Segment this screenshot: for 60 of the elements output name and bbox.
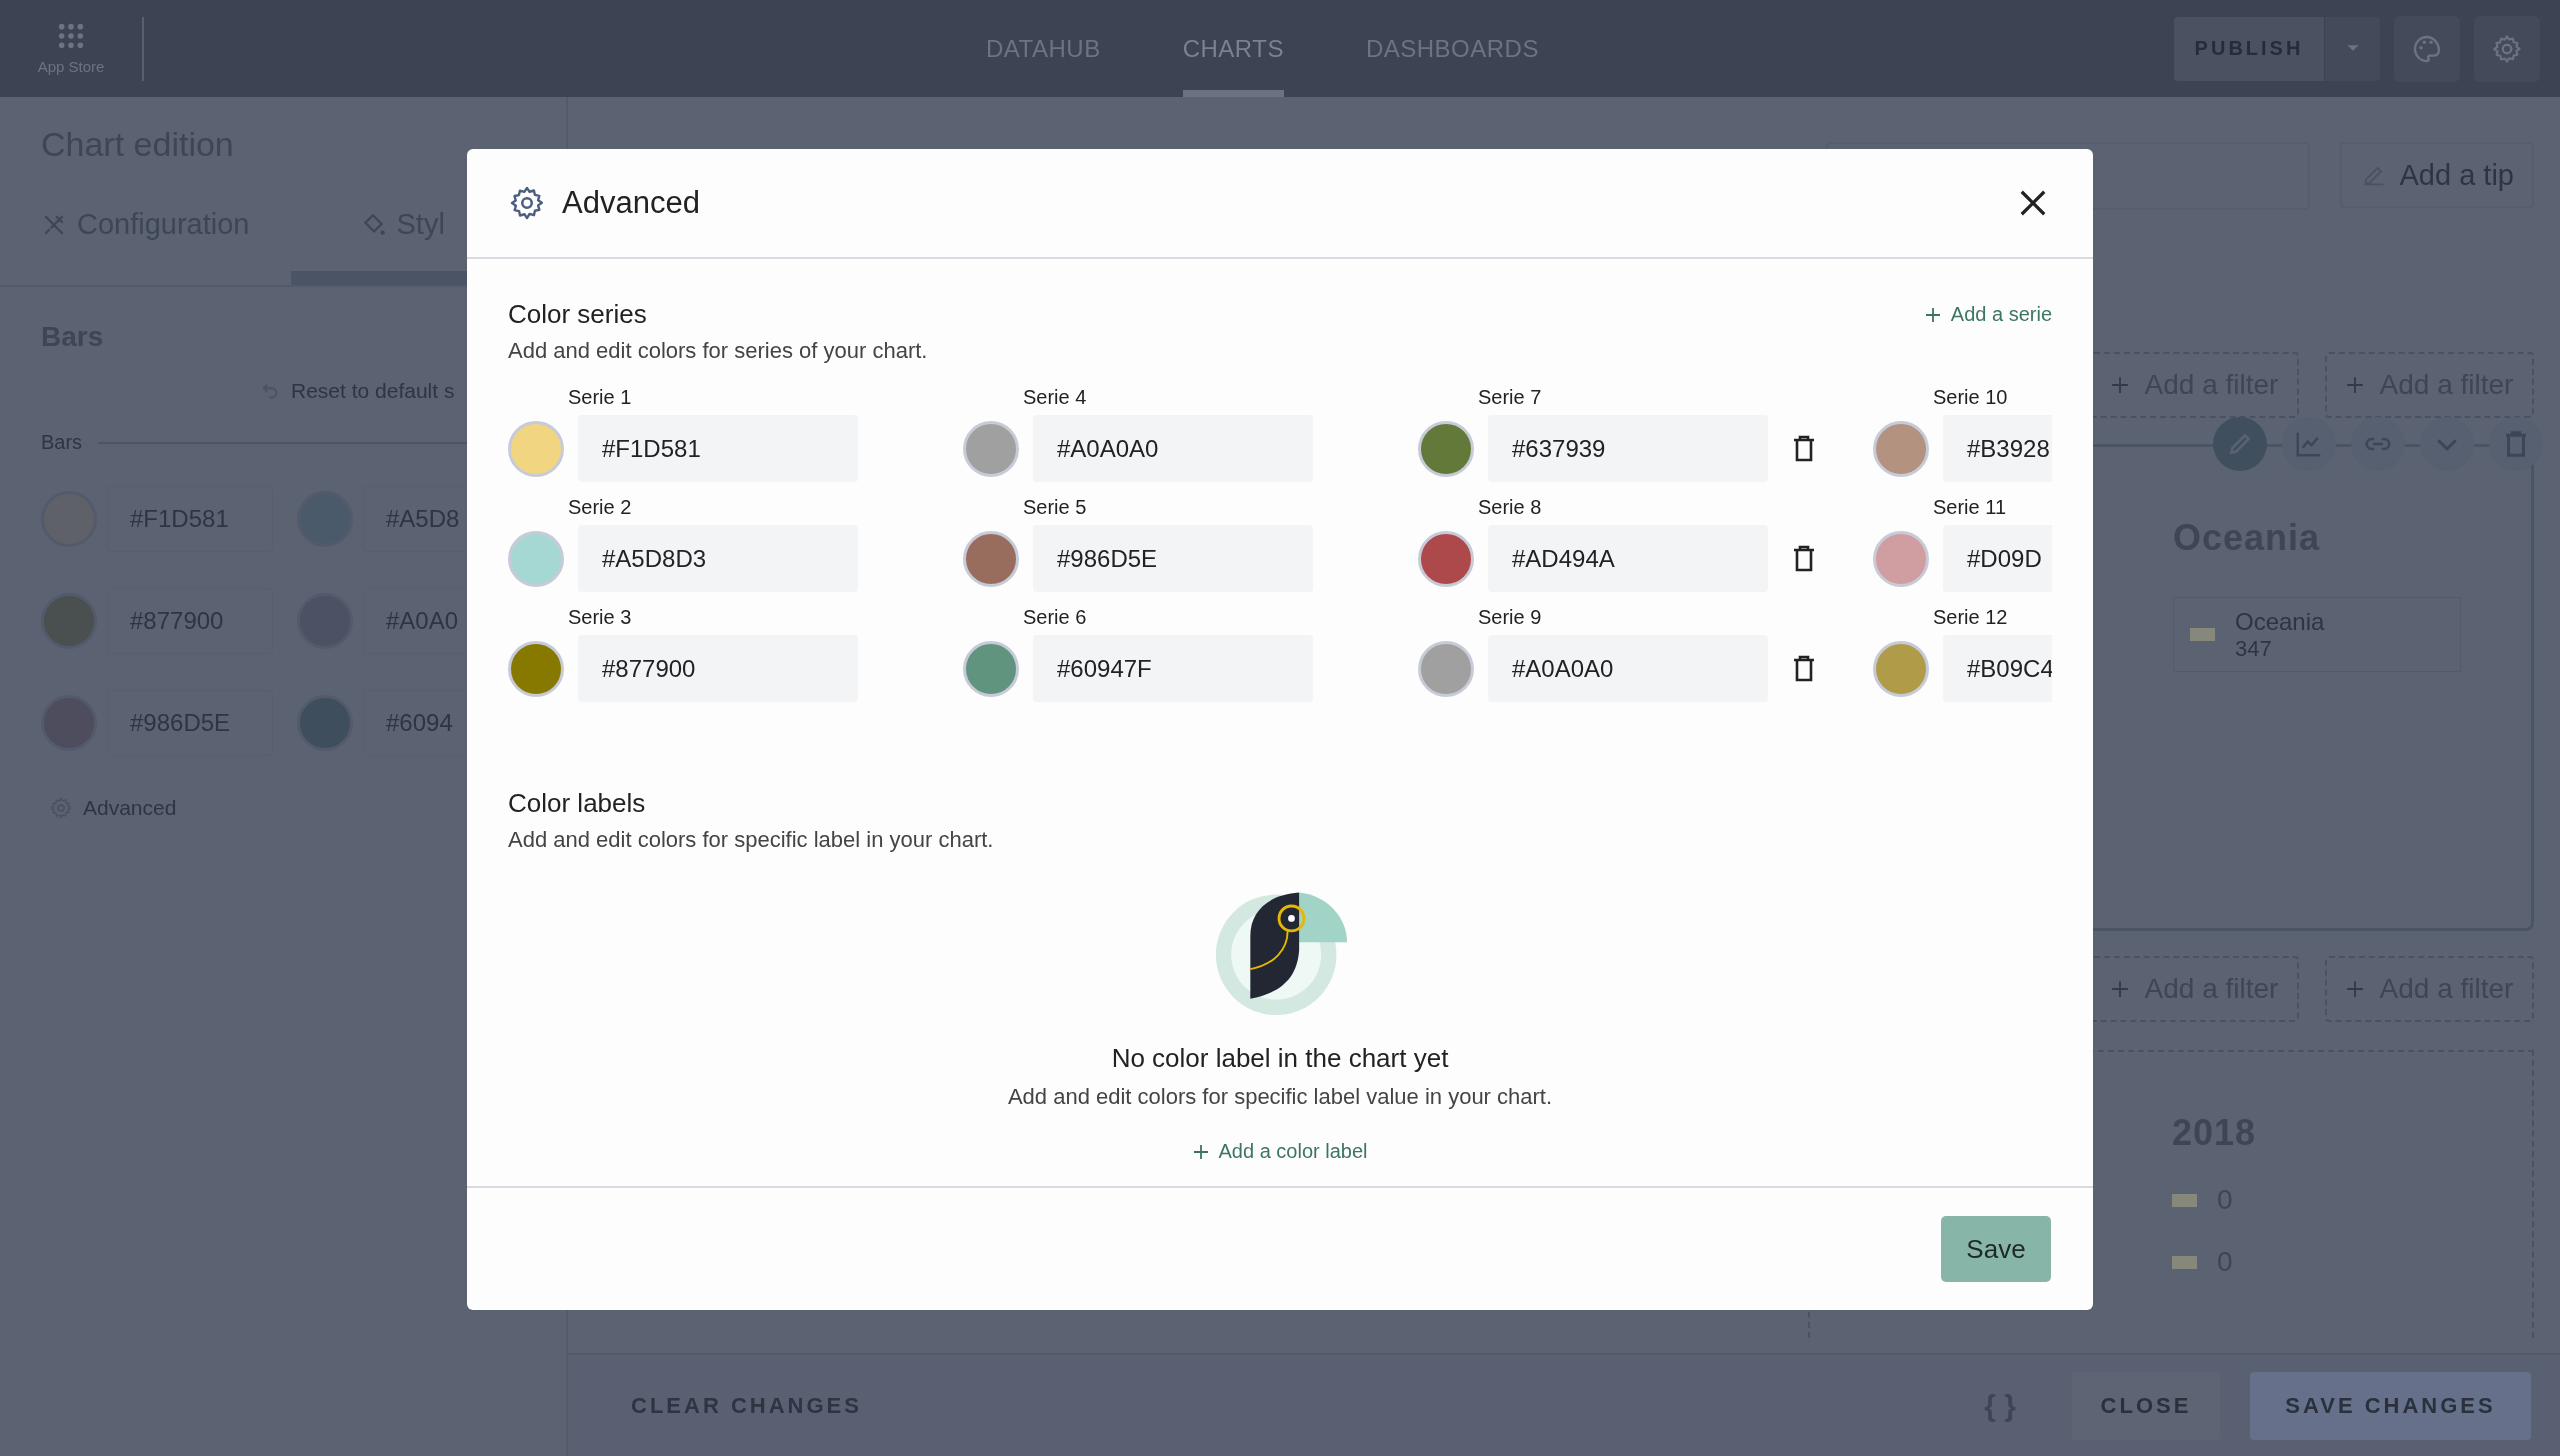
empty-state-text: Add and edit colors for specific label value in your chart. <box>1007 1084 1553 1110</box>
hex-field[interactable]: #A0A0A0 <box>1033 415 1313 482</box>
plus-icon <box>1192 1143 1209 1160</box>
add-serie-link[interactable]: Add a serie <box>1924 303 2052 326</box>
section-description: Add and edit colors for series of your chart. <box>508 338 929 364</box>
settings-icon <box>508 184 546 222</box>
plus-icon <box>2110 980 2129 998</box>
section-title: Color labels <box>508 788 647 819</box>
nav-tab[interactable]: CHARTS <box>1182 0 1284 97</box>
close-icon <box>2018 188 2048 218</box>
hex-field[interactable]: #F1D581 <box>578 415 858 482</box>
serie-label: Serie 10 <box>1932 386 2009 409</box>
serie-label: Serie 11 <box>1932 496 2007 519</box>
empty-state-title: No color label in the chart yet <box>1111 1043 1449 1074</box>
chevron-tool-button[interactable] <box>2420 417 2474 471</box>
legend-swatch <box>2172 1255 2197 1269</box>
plus-icon <box>2345 376 2364 394</box>
hex-field[interactable]: #D09D <box>1943 525 2052 592</box>
legend-swatch <box>2190 628 2215 641</box>
color-swatch[interactable] <box>41 593 97 649</box>
hex-field[interactable]: #877900 <box>578 635 858 702</box>
section-title: Color series <box>508 299 647 330</box>
plus-icon <box>2110 376 2129 394</box>
hex-field[interactable]: #60947F <box>1033 635 1313 702</box>
pencil-tool-button[interactable] <box>2213 417 2267 471</box>
hex-field[interactable]: #A5D8D3 <box>578 525 858 592</box>
settings-icon <box>2491 32 2523 65</box>
legend-swatch <box>2172 1193 2197 1207</box>
palette-button[interactable] <box>2394 15 2460 82</box>
serie-label: Serie 8 <box>1477 496 1543 519</box>
serie-label: Serie 12 <box>1932 606 2009 629</box>
settings-button[interactable] <box>2474 15 2540 82</box>
hex-field[interactable]: #A0A0A0 <box>1488 635 1768 702</box>
serie-label: Serie 6 <box>1022 606 1088 629</box>
section-description: Add and edit colors for specific label in your chart. <box>508 827 995 853</box>
chart-tool-button[interactable] <box>2282 417 2336 471</box>
hex-field[interactable]: #B3928 <box>1943 415 2052 482</box>
hex-field[interactable]: #637939 <box>1488 415 1768 482</box>
serie-label: Serie 3 <box>567 606 633 629</box>
hex-field[interactable]: #986D5E <box>1033 525 1313 592</box>
close-button[interactable]: CLOSE <box>2072 1371 2220 1440</box>
color-swatch[interactable] <box>297 695 353 751</box>
link-tool-button[interactable] <box>2351 417 2405 471</box>
serie-label: Serie 4 <box>1022 386 1088 409</box>
save-button[interactable]: Save <box>1941 1216 2051 1282</box>
app-grid-icon[interactable] <box>57 22 85 50</box>
serie-label: Serie 1 <box>567 386 633 409</box>
code-button[interactable]: { } <box>1978 1387 2022 1424</box>
publish-menu-button[interactable] <box>2324 16 2380 81</box>
plus-icon <box>2345 980 2364 998</box>
serie-label: Serie 7 <box>1477 386 1543 409</box>
hex-field[interactable]: #AD494A <box>1488 525 1768 592</box>
serie-label: Serie 9 <box>1477 606 1543 629</box>
save-changes-button[interactable]: SAVE CHANGES <box>2250 1371 2531 1440</box>
dialog-title: Advanced <box>562 185 700 221</box>
serie-label: Serie 2 <box>567 496 633 519</box>
caret-icon <box>2345 44 2360 53</box>
serie-label: Serie 5 <box>1022 496 1088 519</box>
plus-icon <box>1924 306 1941 323</box>
add-color-label-link[interactable]: Add a color label <box>1192 1140 1368 1163</box>
